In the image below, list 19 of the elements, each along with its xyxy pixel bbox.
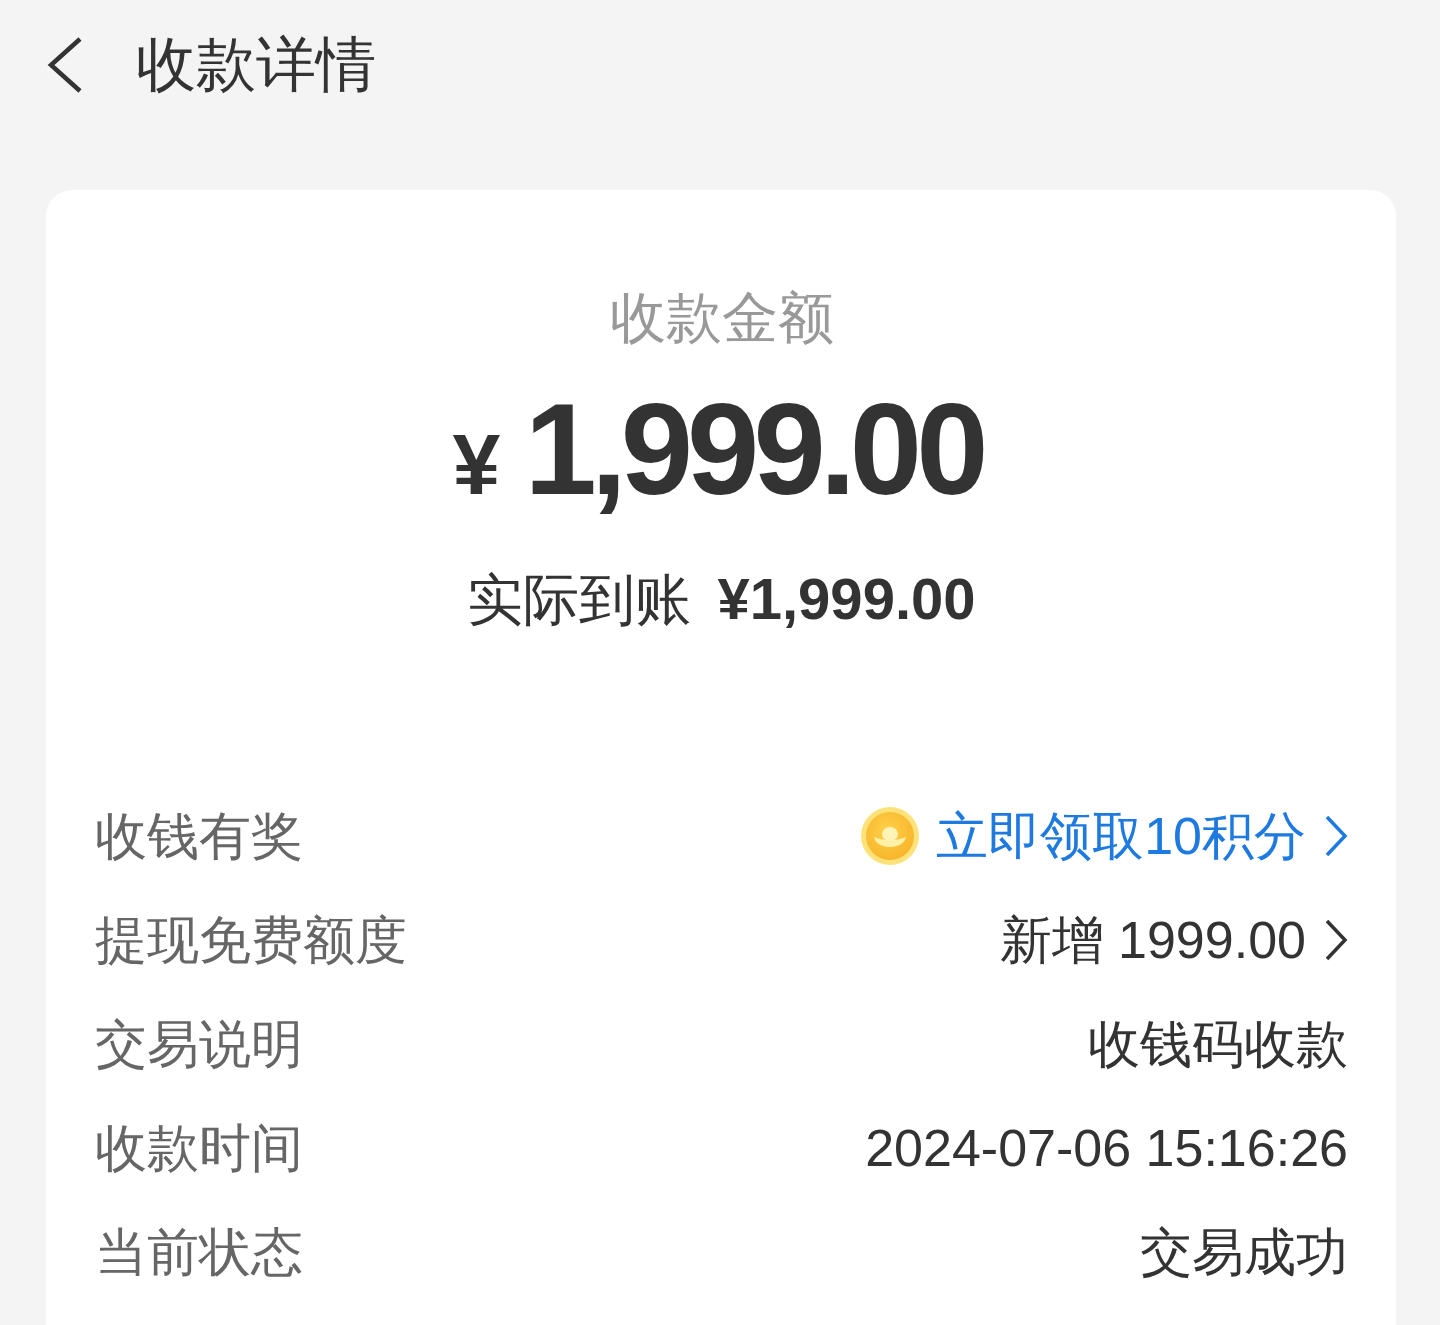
detail-link[interactable]: 新增 1999.00 — [999, 908, 1306, 971]
currency-symbol: ¥ — [452, 421, 501, 508]
detail-label: 提现免费额度 — [95, 909, 407, 971]
amount-value: 1,999.00 — [524, 384, 984, 515]
detail-value: 交易成功 — [1140, 1221, 1348, 1283]
detail-value: 收钱码收款 — [1088, 1013, 1348, 1075]
detail-label: 收钱有奖 — [95, 805, 303, 867]
detail-label: 交易说明 — [95, 1013, 303, 1075]
detail-label: 收款时间 — [95, 1117, 303, 1179]
received-amount: ¥1,999.00 — [717, 565, 976, 634]
coin-icon — [860, 805, 921, 866]
detail-value: 2024-07-06 15:16:26 — [865, 1117, 1348, 1179]
page-title: 收款详情 — [136, 30, 376, 100]
reward-link[interactable]: 立即领取10积分 — [936, 804, 1306, 867]
received-label: 实际到账 — [467, 567, 692, 634]
amount-label: 收款金额 — [609, 285, 834, 351]
chevron-icon[interactable] — [1324, 917, 1348, 962]
detail-label: 当前状态 — [95, 1221, 303, 1283]
back-icon[interactable] — [46, 36, 84, 94]
